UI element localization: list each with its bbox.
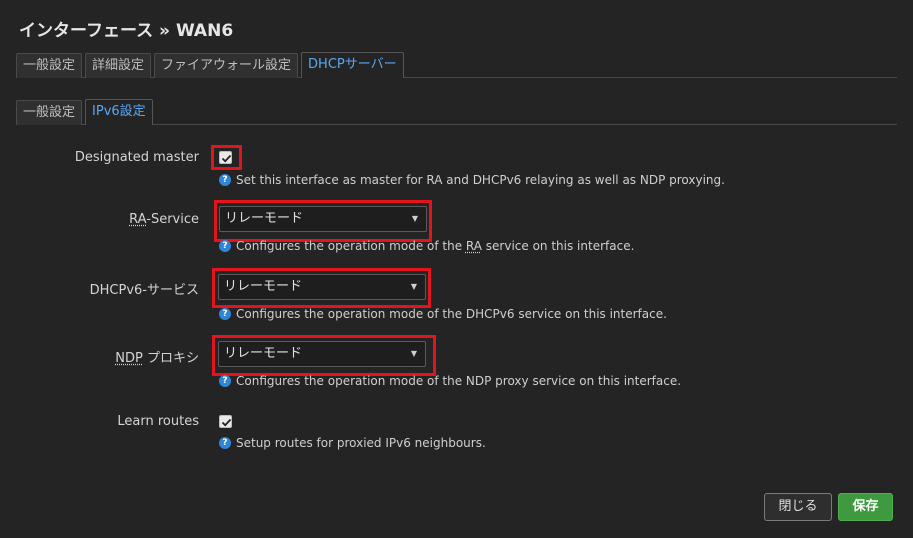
ndp-proxy-select[interactable]: リレーモード ▼	[218, 341, 426, 367]
learn-routes-checkbox[interactable]	[219, 415, 232, 428]
help-text-part: service on this interface.	[481, 239, 635, 253]
caret-down-icon: ▼	[410, 282, 417, 291]
ra-service-select[interactable]: リレーモード ▼	[219, 206, 427, 232]
primary-tabs: 一般設定 詳細設定 ファイアウォール設定 DHCPサーバー	[16, 52, 407, 78]
close-button[interactable]: 閉じる	[764, 493, 832, 521]
ndp-proxy-label: NDP プロキシ	[115, 347, 199, 366]
ra-abbr: RA	[129, 212, 147, 227]
ra-service-help: ? Configures the operation mode of the R…	[219, 239, 634, 253]
caret-down-icon: ▼	[410, 349, 417, 358]
ra-service-label: RA-Service	[129, 212, 199, 227]
checkmark-icon	[221, 418, 232, 427]
dhcpv6-service-select[interactable]: リレーモード ▼	[218, 274, 426, 300]
help-text: Configures the operation mode of the RA …	[236, 239, 634, 253]
help-icon: ?	[219, 308, 231, 320]
tab-advanced[interactable]: 詳細設定	[85, 53, 152, 78]
caret-down-icon: ▼	[411, 214, 418, 223]
tab-dhcp-server[interactable]: DHCPサーバー	[301, 52, 404, 78]
dhcpv6-service-label: DHCPv6-サービス	[89, 283, 199, 298]
tab-general[interactable]: 一般設定	[16, 53, 83, 78]
learn-routes-label: Learn routes	[117, 414, 199, 429]
help-icon: ?	[219, 240, 231, 252]
ndp-proxy-value: リレーモード	[224, 346, 303, 361]
dhcpv6-service-value: リレーモード	[224, 279, 303, 294]
dhcpv6-service-help: ? Configures the operation mode of the D…	[219, 307, 667, 321]
subtab-general[interactable]: 一般設定	[16, 100, 83, 125]
ndp-abbr: NDP	[115, 351, 143, 366]
help-icon: ?	[219, 375, 231, 387]
ndp-proxy-help: ? Configures the operation mode of the N…	[219, 374, 681, 388]
help-text: Setup routes for proxied IPv6 neighbours…	[236, 436, 486, 450]
ndp-proxy-label-rest: プロキシ	[142, 351, 199, 366]
ra-abbr: RA	[465, 239, 482, 253]
checkmark-icon	[221, 154, 232, 163]
learn-routes-help: ? Setup routes for proxied IPv6 neighbou…	[219, 436, 486, 450]
help-icon: ?	[219, 437, 231, 449]
interface-dialog: インターフェース » WAN6 一般設定 詳細設定 ファイアウォール設定 DHC…	[0, 0, 913, 538]
tab-firewall[interactable]: ファイアウォール設定	[154, 53, 299, 78]
help-text: Configures the operation mode of the NDP…	[236, 374, 682, 388]
designated-master-help: ? Set this interface as master for RA an…	[219, 173, 725, 187]
dialog-title: インターフェース » WAN6	[19, 21, 234, 41]
ra-service-label-rest: -Service	[146, 212, 199, 227]
help-text: Configures the operation mode of the DHC…	[236, 307, 667, 321]
designated-master-checkbox[interactable]	[219, 151, 232, 164]
subtab-ipv6[interactable]: IPv6設定	[85, 99, 153, 125]
designated-master-label: Designated master	[74, 150, 199, 165]
help-icon: ?	[219, 174, 231, 186]
secondary-tabs: 一般設定 IPv6設定	[16, 99, 156, 125]
ra-service-value: リレーモード	[225, 211, 304, 226]
help-text: Set this interface as master for RA and …	[236, 173, 725, 187]
help-text-part: Configures the operation mode of the	[236, 239, 466, 253]
save-button[interactable]: 保存	[838, 493, 893, 521]
